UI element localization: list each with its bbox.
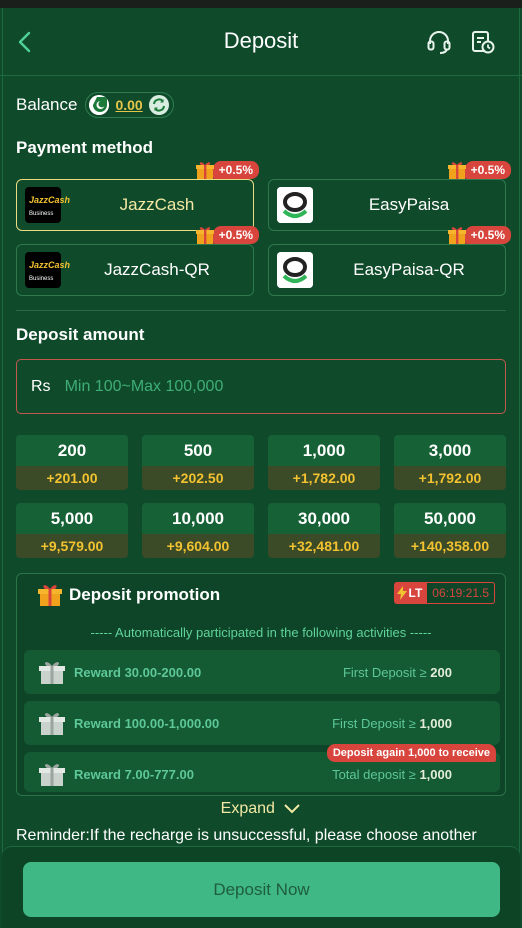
gift-icon [447, 227, 466, 244]
bonus-badge: +0.5% [447, 225, 511, 245]
easypaisa-logo [277, 187, 313, 223]
jazzcash-logo: JazzCash Business [25, 187, 70, 223]
payment-option-label: JazzCash-QR [104, 260, 210, 279]
amount-chip-200[interactable]: 200 +201.00 [16, 435, 128, 490]
currency-label: Rs [31, 377, 51, 395]
expand-label: Expand [220, 800, 275, 817]
amount-chip-10000[interactable]: 10,000 +9,604.00 [142, 503, 254, 558]
chip-bonus: +9,604.00 [142, 534, 254, 558]
payment-option-jazzcash-qr[interactable]: JazzCash Business JazzCash-QR +0.5% [16, 226, 259, 296]
amount-chip-500[interactable]: 500 +202.50 [142, 435, 254, 490]
chip-bonus: +202.50 [142, 466, 254, 490]
history-record-icon [472, 31, 495, 54]
divider [16, 310, 506, 311]
chevron-down-icon [284, 804, 301, 814]
reward-condition: First Deposit ≥ 1,000 [332, 716, 452, 731]
chip-bonus: +1,782.00 [268, 466, 380, 490]
easypaisa-logo [277, 252, 313, 288]
promotion-note: ----- Automatically participated in the … [90, 625, 432, 640]
chip-amount: 1,000 [268, 435, 380, 466]
balance-value: 0.00 [115, 97, 143, 113]
chip-bonus: +32,481.00 [268, 534, 380, 558]
payment-option-label: JazzCash [119, 195, 195, 214]
jazzcash-logo: JazzCash Business [25, 252, 70, 288]
bonus-badge: +0.5% [447, 160, 511, 180]
gift-icon [195, 227, 214, 244]
deposit-again-tag: Deposit again 1,000 to receive [326, 744, 496, 762]
amount-chip-3000[interactable]: 3,000 +1,792.00 [394, 435, 506, 490]
reward-label: Reward 7.00-777.00 [74, 767, 194, 782]
bonus-percent: +0.5% [464, 226, 511, 244]
payment-option-jazzcash[interactable]: JazzCash Business JazzCash +0.5% [16, 161, 259, 231]
deposit-amount-input[interactable] [64, 377, 465, 396]
promotion-title: Deposit promotion [69, 585, 221, 604]
gift-icon [38, 585, 62, 606]
reward-row: Reward 100.00-1,000.00 First Deposit ≥ 1… [24, 701, 500, 745]
gift-icon [39, 764, 65, 786]
balance-label: Balance [16, 95, 78, 114]
chip-amount: 200 [16, 435, 128, 466]
payment-option-label: EasyPaisa-QR [353, 260, 465, 279]
gift-icon [39, 713, 65, 735]
header: Deposit [0, 8, 522, 76]
bonus-badge: +0.5% [195, 160, 259, 180]
payment-option-easypaisa-qr[interactable]: EasyPaisa-QR +0.5% [268, 226, 511, 296]
payment-option-label: EasyPaisa [368, 195, 450, 214]
refresh-balance-button[interactable] [148, 95, 169, 115]
pakistan-flag-icon [89, 95, 110, 115]
refresh-icon [148, 95, 169, 115]
balance-row: Balance 0.00 [16, 92, 174, 118]
deposit-amount-box: Rs [16, 359, 506, 414]
chip-amount: 30,000 [268, 503, 380, 534]
reward-row: Reward 7.00-777.00 Total deposit ≥ 1,000… [24, 744, 500, 792]
deposit-now-button[interactable]: Deposit Now [23, 862, 500, 917]
gift-icon [447, 162, 466, 179]
chip-bonus: +140,358.00 [394, 534, 506, 558]
bonus-percent: +0.5% [212, 161, 259, 179]
deposit-promotion-panel: Deposit promotion LT 06:19:21.5 ----- Au… [16, 573, 506, 796]
status-strip [0, 0, 522, 8]
payment-method-title: Payment method [16, 138, 153, 157]
chip-amount: 3,000 [394, 435, 506, 466]
reward-row: Reward 30.00-200.00 First Deposit ≥ 200 [24, 650, 500, 694]
bonus-percent: +0.5% [464, 161, 511, 179]
reward-label: Reward 100.00-1,000.00 [74, 716, 220, 731]
bonus-badge: +0.5% [195, 225, 259, 245]
chip-amount: 5,000 [16, 503, 128, 534]
gift-icon [39, 662, 65, 684]
limited-time-badge: LT 06:19:21.5 [393, 582, 495, 604]
amount-chip-5000[interactable]: 5,000 +9,579.00 [16, 503, 128, 558]
bottom-bar: Deposit Now [2, 846, 520, 928]
limited-time-label: LT [393, 582, 428, 604]
reward-label: Reward 30.00-200.00 [74, 665, 202, 680]
payment-option-easypaisa[interactable]: EasyPaisa +0.5% [268, 161, 511, 231]
amount-chip-50000[interactable]: 50,000 +140,358.00 [394, 503, 506, 558]
chip-amount: 500 [142, 435, 254, 466]
chip-bonus: +1,792.00 [394, 466, 506, 490]
deposit-history-button[interactable] [470, 28, 496, 56]
balance-pill: 0.00 [85, 92, 174, 118]
bonus-percent: +0.5% [212, 226, 259, 244]
expand-button[interactable]: Expand [0, 800, 522, 818]
customer-service-button[interactable] [426, 28, 452, 56]
gift-icon [195, 162, 214, 179]
amount-chip-1000[interactable]: 1,000 +1,782.00 [268, 435, 380, 490]
reminder-text: Reminder:If the recharge is unsuccessful… [16, 827, 477, 844]
amount-chip-30000[interactable]: 30,000 +32,481.00 [268, 503, 380, 558]
deposit-amount-title: Deposit amount [16, 325, 145, 344]
headset-icon [427, 31, 451, 54]
reward-condition: First Deposit ≥ 200 [342, 665, 452, 680]
countdown-timer: 06:19:21.5 [427, 582, 495, 604]
promotion-header: Deposit promotion [37, 583, 220, 607]
chip-amount: 50,000 [394, 503, 506, 534]
reward-condition: Total deposit ≥ 1,000 [332, 767, 452, 782]
chip-bonus: +9,579.00 [16, 534, 128, 558]
chip-bonus: +201.00 [16, 466, 128, 490]
chip-amount: 10,000 [142, 503, 254, 534]
lightning-icon [396, 586, 407, 600]
